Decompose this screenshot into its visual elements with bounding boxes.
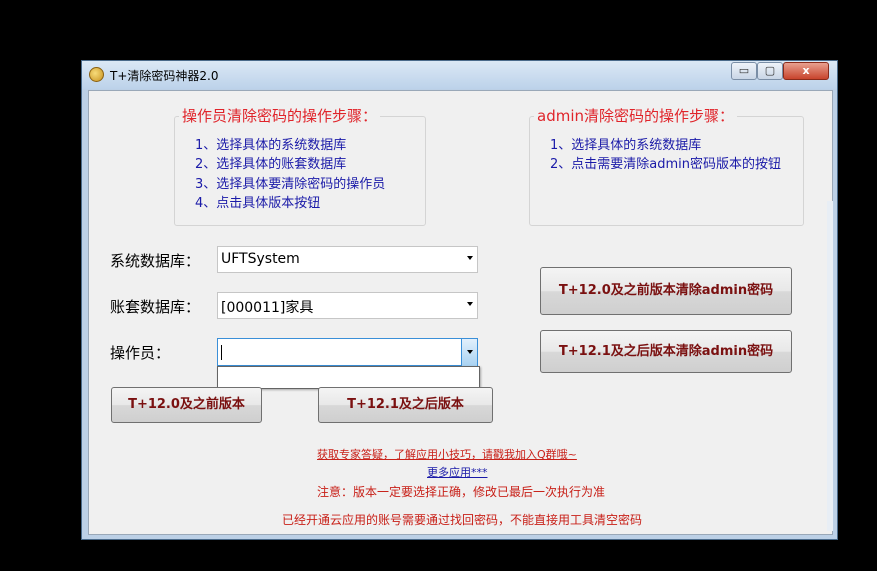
chevron-down-icon	[467, 350, 473, 354]
admin-version-12-0-button[interactable]: T+12.0及之前版本清除admin密码	[540, 267, 792, 315]
operator-select[interactable]	[217, 338, 478, 366]
title-bar[interactable]: T+清除密码神器2.0 ▭ ▢ x	[82, 61, 837, 89]
operator-dropdown-list[interactable]	[217, 366, 480, 389]
operator-step-4: 4、点击具体版本按钮	[195, 196, 321, 211]
version-12-1-button[interactable]: T+12.1及之后版本	[318, 387, 493, 423]
chevron-down-icon	[467, 302, 473, 306]
chevron-down-icon	[467, 256, 473, 260]
client-area: 操作员清除密码的操作步骤： 1、选择具体的系统数据库 2、选择具体的账套数据库 …	[88, 90, 833, 535]
account-db-select[interactable]: [000011]家具	[217, 292, 478, 319]
admin-step-1: 1、选择具体的系统数据库	[550, 138, 702, 153]
maximize-button[interactable]: ▢	[757, 62, 783, 80]
account-db-value: [000011]家具	[221, 300, 314, 316]
system-db-select[interactable]: UFTSystem	[217, 246, 478, 273]
window-title: T+清除密码神器2.0	[110, 69, 219, 83]
admin-step-2: 2、点击需要清除admin密码版本的按钮	[550, 157, 782, 172]
version-12-0-button[interactable]: T+12.0及之前版本	[111, 387, 262, 423]
operator-label: 操作员：	[110, 344, 171, 362]
more-apps-link[interactable]: 更多应用***	[427, 464, 488, 480]
operator-step-3: 3、选择具体要清除密码的操作员	[195, 177, 386, 192]
text-caret	[221, 345, 222, 360]
operator-step-1: 1、选择具体的系统数据库	[195, 138, 347, 153]
cloud-account-note: 已经开通云应用的账号需要通过找回密码，不能直接用工具清空密码	[282, 513, 643, 527]
admin-version-12-1-button[interactable]: T+12.1及之后版本清除admin密码	[540, 330, 792, 373]
system-db-label: 系统数据库：	[110, 252, 201, 270]
system-db-value: UFTSystem	[221, 251, 300, 267]
operator-step-2: 2、选择具体的账套数据库	[195, 157, 347, 172]
version-note: 注意：版本一定要选择正确，修改已最后一次执行为准	[317, 485, 606, 499]
window-scrollbar[interactable]	[827, 201, 833, 531]
account-db-label: 账套数据库：	[110, 298, 201, 316]
expert-help-link[interactable]: 获取专家答疑，了解应用小技巧，请戳我加入Q群哦~	[317, 446, 577, 462]
app-icon	[89, 67, 104, 82]
operator-dropdown-button[interactable]	[461, 339, 477, 366]
minimize-button[interactable]: ▭	[731, 62, 757, 80]
close-button[interactable]: x	[783, 62, 829, 80]
operator-steps-title: 操作员清除密码的操作步骤：	[179, 105, 381, 126]
app-window: T+清除密码神器2.0 ▭ ▢ x 操作员清除密码的操作步骤： 1、选择具体的系…	[81, 60, 838, 540]
admin-steps-title: admin清除密码的操作步骤：	[534, 105, 738, 126]
